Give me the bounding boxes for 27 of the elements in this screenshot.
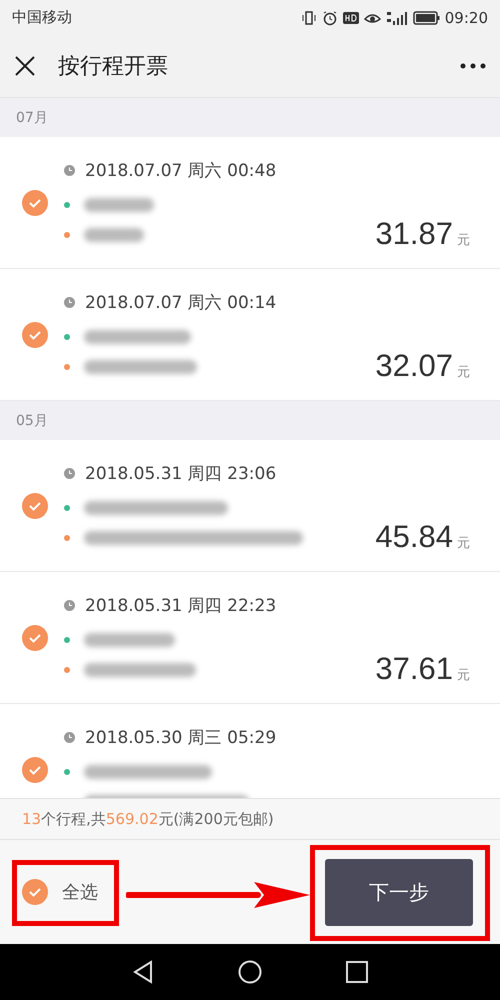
- carrier-name: 中国移动: [12, 8, 72, 27]
- next-button[interactable]: 下一步: [325, 858, 473, 926]
- trip-card[interactable]: 2018.07.07 周六 00:14 32.07 元: [0, 269, 500, 401]
- month-label: 07月: [16, 108, 48, 126]
- trip-datetime: 2018.05.31 周四 22:23: [85, 595, 276, 617]
- currency-unit: 元: [457, 232, 470, 249]
- trip-card[interactable]: 2018.05.31 周四 23:06 45.84 元: [0, 440, 500, 572]
- clock-time: 09:20: [444, 8, 488, 26]
- trip-card[interactable]: 2018.07.07 周六 00:48 31.87 元: [0, 137, 500, 269]
- trip-amount: 32.07: [375, 348, 453, 384]
- month-label: 05月: [16, 412, 48, 430]
- trip-card[interactable]: 2018.05.31 周四 22:23 37.61 元: [0, 572, 500, 704]
- page-title: 按行程开票: [58, 53, 169, 81]
- trip-datetime: 2018.05.31 周四 23:06: [85, 463, 276, 485]
- trip-amount: 45.84: [375, 519, 453, 555]
- trip-datetime: 2018.07.07 周六 00:14: [85, 292, 276, 314]
- trip-amount: 37.61: [375, 651, 453, 687]
- trip-card[interactable]: 2018.05.30 周三 05:29: [0, 704, 500, 798]
- select-all-label: 全选: [62, 881, 98, 904]
- trip-amount: 31.87: [375, 216, 453, 252]
- currency-unit: 元: [457, 535, 470, 552]
- currency-unit: 元: [457, 364, 470, 381]
- currency-unit: 元: [457, 667, 470, 684]
- trip-datetime: 2018.05.30 周三 05:29: [85, 727, 276, 749]
- summary-text: 13个行程,共569.02元(满200元包邮): [22, 810, 274, 828]
- trip-datetime: 2018.07.07 周六 00:48: [85, 160, 276, 182]
- select-all-toggle[interactable]: 全选: [22, 879, 98, 905]
